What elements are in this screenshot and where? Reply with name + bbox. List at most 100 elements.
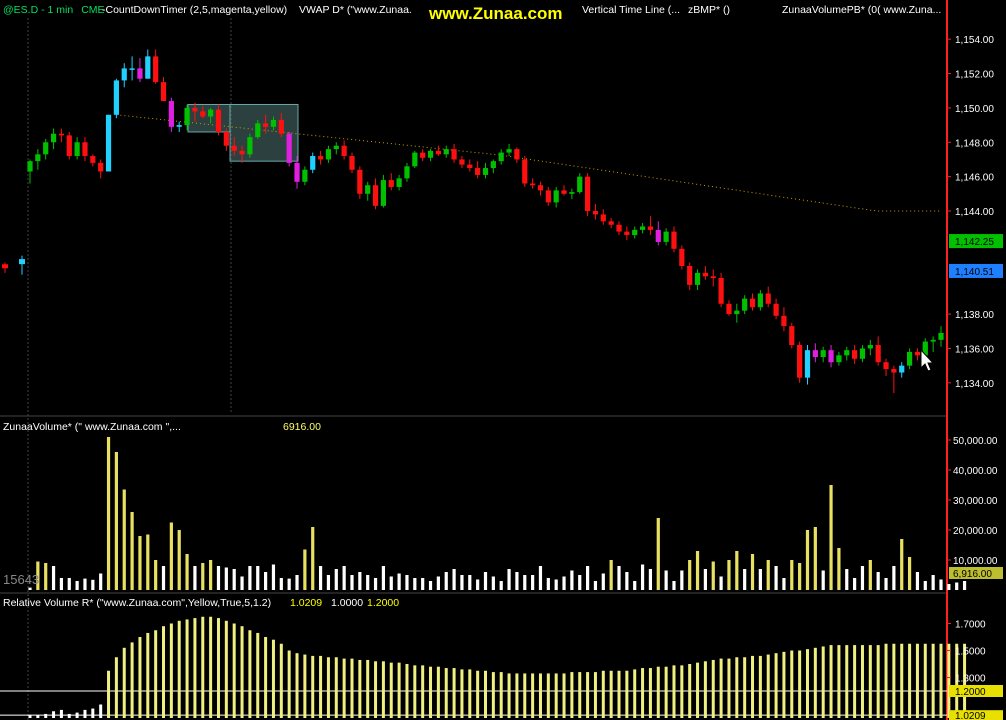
candle-body: [757, 293, 763, 308]
rv-bar: [130, 642, 134, 718]
rv-bar: [484, 670, 487, 718]
rv-tick-label: 1.5000: [955, 647, 986, 658]
rv-bar: [625, 670, 629, 718]
volume-last-label: 6,916.00: [953, 569, 992, 580]
rv-bar: [99, 704, 103, 718]
volume-bar: [523, 575, 527, 590]
candle-body: [906, 351, 913, 366]
rv-bar: [75, 712, 79, 718]
volume-bar: [672, 581, 676, 590]
rv-bar: [586, 672, 590, 718]
candle-body: [105, 114, 112, 172]
rv-bar: [287, 650, 291, 718]
candle-body: [702, 272, 708, 277]
rv-bar: [169, 623, 173, 718]
volume-bar: [67, 578, 71, 590]
candle-body: [404, 166, 410, 179]
volume-bar: [750, 554, 755, 590]
rv-threshold-label: 1.2000: [955, 687, 986, 698]
rv-bar: [617, 670, 621, 718]
symbol-label: @ES.D - 1 min CME: [3, 4, 105, 16]
volume-bar: [766, 560, 770, 590]
candle-body: [726, 303, 732, 315]
rv-bar: [609, 670, 613, 718]
rv-bar: [421, 665, 425, 718]
rv-bar: [931, 643, 935, 718]
volume-bar: [923, 581, 927, 590]
rv-bar: [232, 623, 236, 718]
volume-bar: [554, 579, 558, 590]
volume-bar: [287, 578, 291, 590]
candle-body: [333, 145, 339, 150]
volume-bar: [892, 566, 896, 590]
candle-body: [577, 176, 583, 193]
volume-bar: [436, 576, 440, 590]
rv-bar: [766, 654, 770, 718]
watermark: www.Zunaa.com: [429, 4, 563, 23]
candle-pre: [19, 259, 25, 265]
rv-bar: [915, 643, 919, 718]
volume-bar: [224, 567, 228, 590]
volume-bar: [829, 485, 833, 590]
candle-body: [875, 345, 881, 363]
price-tick-label: 1,150.00: [955, 104, 994, 115]
volume-bar: [711, 561, 715, 590]
rv-bar: [696, 662, 700, 718]
candle-body: [608, 221, 614, 225]
candle-body: [742, 298, 748, 311]
candle-body: [223, 131, 229, 146]
volume-bar: [154, 560, 158, 590]
rv-bar: [52, 711, 56, 718]
rv-bar: [499, 672, 503, 718]
rv-bar: [122, 647, 126, 718]
rv-bar: [36, 715, 40, 718]
rv-bar: [436, 666, 440, 718]
rv-bar: [507, 673, 511, 718]
rv-panel-title: Relative Volume R* ("www.Zunaa.com",Yell…: [3, 597, 272, 609]
candle-body: [749, 298, 756, 308]
volume-bar: [413, 578, 417, 590]
rv-bar: [476, 670, 480, 718]
rv-bar: [114, 657, 118, 718]
volume-bar: [955, 582, 959, 590]
rv-bar: [397, 662, 401, 718]
rv-bar: [303, 654, 307, 718]
volume-bar: [193, 566, 197, 590]
volume-bar: [303, 549, 307, 590]
zunaa-volume-pb-label: ZunaaVolumePB* (0( www.Zuna...: [782, 4, 942, 16]
volume-bar: [782, 578, 786, 590]
volume-bar: [876, 572, 880, 590]
rv-bar: [177, 620, 181, 718]
candle-body: [412, 152, 418, 167]
rv-bar: [900, 643, 904, 718]
candle-body: [459, 159, 465, 165]
rv-bar: [782, 651, 786, 718]
candle-body: [655, 229, 661, 242]
volume-bar: [59, 578, 64, 590]
candle-body: [718, 278, 724, 304]
candle-body: [797, 345, 803, 378]
candle-body: [506, 149, 512, 153]
candle-body: [514, 149, 520, 160]
rv-bar: [672, 665, 676, 718]
candle-body: [828, 350, 834, 363]
volume-bar: [318, 566, 323, 590]
volume-bar: [185, 554, 189, 590]
candle-body: [475, 168, 481, 175]
price-tick-label: 1,154.00: [955, 35, 994, 46]
volume-bar: [146, 534, 150, 590]
volume-bar: [358, 572, 362, 590]
volume-bar: [311, 527, 315, 590]
candle-body: [852, 350, 858, 359]
rv-bar: [798, 650, 802, 718]
rv-bar: [405, 664, 409, 718]
candle-body: [160, 82, 167, 102]
volume-bar: [177, 530, 181, 590]
candle-body: [663, 231, 669, 242]
chart-canvas[interactable]: 1,154.00 1,152.00 1,150.00 1,148.00 1,146.00…: [0, 0, 1006, 720]
rv-bar: [342, 658, 346, 718]
rv-value-2: 1.0000: [331, 597, 364, 609]
rv-bar: [703, 661, 707, 718]
volume-bar: [915, 572, 920, 590]
rv-bar: [845, 645, 849, 718]
